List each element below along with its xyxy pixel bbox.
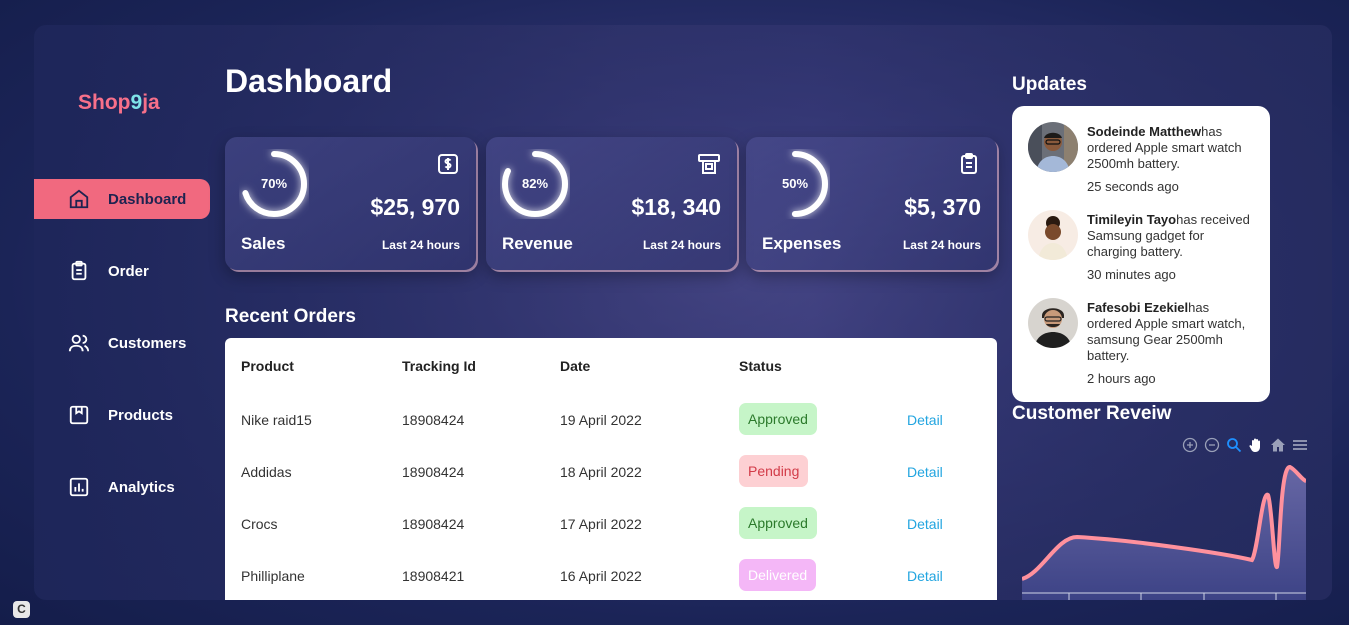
tracking-cell: 18908424 bbox=[402, 464, 465, 480]
update-time: 25 seconds ago bbox=[1087, 179, 1179, 194]
column-header: Product bbox=[241, 358, 294, 374]
pan-hand-icon[interactable] bbox=[1248, 437, 1264, 453]
detail-link[interactable]: Detail bbox=[907, 412, 943, 428]
product-cell: Nike raid15 bbox=[241, 412, 312, 428]
avatar bbox=[1028, 122, 1078, 172]
page-title: Dashboard bbox=[225, 63, 393, 99]
brand-logo[interactable]: Shop9ja bbox=[78, 91, 160, 115]
card-subtitle: Last 24 hours bbox=[642, 238, 721, 252]
detail-link[interactable]: Detail bbox=[907, 516, 943, 532]
column-header: Status bbox=[739, 358, 782, 374]
bar-chart-icon bbox=[69, 477, 89, 497]
bookmark-box-icon bbox=[69, 405, 89, 425]
card-value: $25, 970 bbox=[370, 194, 460, 220]
area-fill bbox=[1022, 466, 1306, 600]
detail-link[interactable]: Detail bbox=[907, 464, 943, 480]
progress-percent: 70% bbox=[260, 176, 288, 191]
home-icon bbox=[69, 189, 89, 209]
revenue-card[interactable]: 82% $18, 340 Revenue Last 24 hours bbox=[486, 137, 737, 270]
cash-register-icon bbox=[698, 154, 720, 174]
expenses-card[interactable]: 50% $5, 370 Expenses Last 24 hours bbox=[746, 137, 997, 270]
app-launcher-icon[interactable]: C bbox=[13, 601, 30, 618]
card-subtitle: Last 24 hours bbox=[381, 238, 460, 252]
zoom-out-icon[interactable] bbox=[1204, 437, 1220, 453]
update-text: Fafesobi Ezekielhas ordered Apple smart … bbox=[1087, 300, 1246, 363]
card-label: Revenue bbox=[502, 234, 573, 253]
sidebar-item-label: Dashboard bbox=[108, 190, 187, 208]
avatar bbox=[1028, 210, 1078, 260]
clipboard-icon bbox=[71, 260, 87, 281]
sidebar-item-label: Customers bbox=[108, 334, 187, 352]
clipboard-icon bbox=[961, 153, 977, 174]
date-cell: 18 April 2022 bbox=[560, 464, 642, 480]
column-header: Tracking Id bbox=[402, 358, 476, 374]
sidebar-item-label: Analytics bbox=[108, 478, 175, 496]
updates-title: Updates bbox=[1012, 74, 1087, 95]
app-window: Shop9ja Dashboard Order Customers Produc… bbox=[34, 25, 1332, 600]
detail-link[interactable]: Detail bbox=[907, 568, 943, 584]
update-text: Timileyin Tayohas received Samsung gadge… bbox=[1087, 212, 1250, 259]
tracking-cell: 18908424 bbox=[402, 412, 465, 428]
sales-card[interactable]: 70% $25, 970 Sales Last 24 hours bbox=[225, 137, 476, 270]
zoom-in-icon[interactable] bbox=[1182, 437, 1198, 453]
tracking-cell: 18908424 bbox=[402, 516, 465, 532]
progress-percent: 82% bbox=[521, 176, 549, 191]
sidebar-item-label: Products bbox=[108, 406, 174, 424]
status-badge: Approved bbox=[739, 403, 817, 435]
customer-review-title: Customer Reveiw bbox=[1012, 403, 1172, 424]
date-cell: 19 April 2022 bbox=[560, 412, 642, 428]
selection-zoom-icon[interactable] bbox=[1226, 437, 1242, 453]
tracking-cell: 18908421 bbox=[402, 568, 465, 584]
card-value: $5, 370 bbox=[904, 194, 981, 220]
product-cell: Philliplane bbox=[241, 568, 305, 584]
card-value: $18, 340 bbox=[631, 194, 721, 220]
column-header: Date bbox=[560, 358, 591, 374]
card-subtitle: Last 24 hours bbox=[902, 238, 981, 252]
users-icon bbox=[68, 334, 90, 352]
chart-toolbar bbox=[1182, 437, 1308, 453]
updates-panel: Sodeinde Matthewhas ordered Apple smart … bbox=[1012, 106, 1270, 402]
product-cell: Addidas bbox=[241, 464, 292, 480]
card-label: Expenses bbox=[762, 234, 842, 253]
status-badge: Pending bbox=[739, 455, 809, 487]
sidebar-item-analytics[interactable]: Analytics bbox=[34, 467, 210, 507]
sidebar-item-products[interactable]: Products bbox=[34, 395, 210, 435]
date-cell: 17 April 2022 bbox=[560, 516, 642, 532]
product-cell: Crocs bbox=[241, 516, 278, 532]
date-cell: 16 April 2022 bbox=[560, 568, 642, 584]
menu-icon[interactable] bbox=[1292, 437, 1308, 453]
sidebar-item-customers[interactable]: Customers bbox=[34, 323, 210, 363]
update-text: Sodeinde Matthewhas ordered Apple smart … bbox=[1087, 124, 1242, 171]
orders-table: Product Tracking Id Date Status Nike rai… bbox=[225, 338, 997, 600]
status-badge: Approved bbox=[739, 507, 817, 539]
card-label: Sales bbox=[241, 234, 286, 253]
sidebar-item-label: Order bbox=[108, 262, 149, 280]
update-time: 30 minutes ago bbox=[1087, 267, 1176, 282]
customer-review-chart bbox=[1022, 464, 1306, 600]
recent-orders-title: Recent Orders bbox=[225, 306, 356, 327]
status-badge: Delivered bbox=[739, 559, 817, 591]
reset-home-icon[interactable] bbox=[1270, 437, 1286, 453]
sidebar-item-dashboard[interactable]: Dashboard bbox=[34, 179, 210, 219]
sidebar-item-order[interactable]: Order bbox=[34, 251, 210, 291]
dollar-doc-icon bbox=[438, 154, 458, 174]
progress-percent: 50% bbox=[781, 176, 809, 191]
avatar bbox=[1028, 298, 1078, 348]
update-time: 2 hours ago bbox=[1087, 371, 1156, 386]
